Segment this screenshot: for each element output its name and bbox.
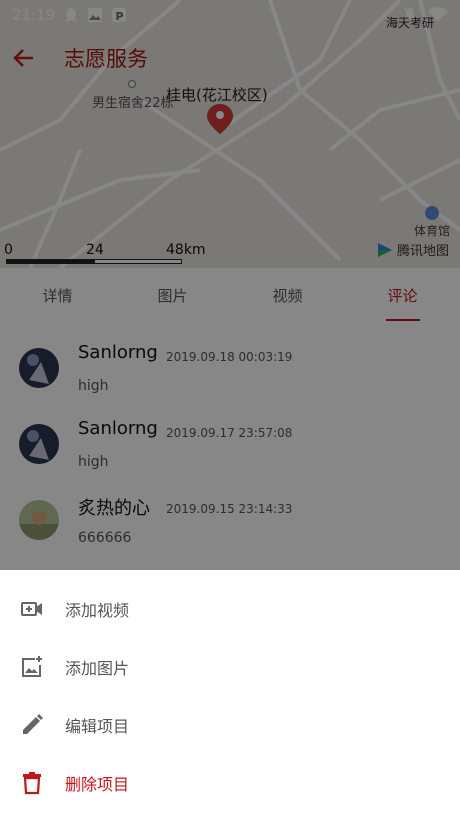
delete-project-label: 删除项目: [65, 775, 130, 794]
add-video-button[interactable]: 添加视频: [0, 580, 460, 638]
add-video-icon: [19, 596, 45, 622]
add-image-button[interactable]: 添加图片: [0, 638, 460, 696]
add-image-label: 添加图片: [65, 659, 130, 678]
edit-pencil-icon: [19, 712, 45, 738]
edit-project-button[interactable]: 编辑项目: [0, 696, 460, 754]
delete-trash-icon: [19, 770, 45, 796]
action-bottom-sheet: 添加视频 添加图片 编辑项目 删除项目: [0, 570, 460, 818]
add-image-icon: [19, 654, 45, 680]
delete-project-button[interactable]: 删除项目: [0, 754, 460, 812]
add-video-label: 添加视频: [65, 601, 130, 620]
edit-project-label: 编辑项目: [65, 717, 130, 736]
